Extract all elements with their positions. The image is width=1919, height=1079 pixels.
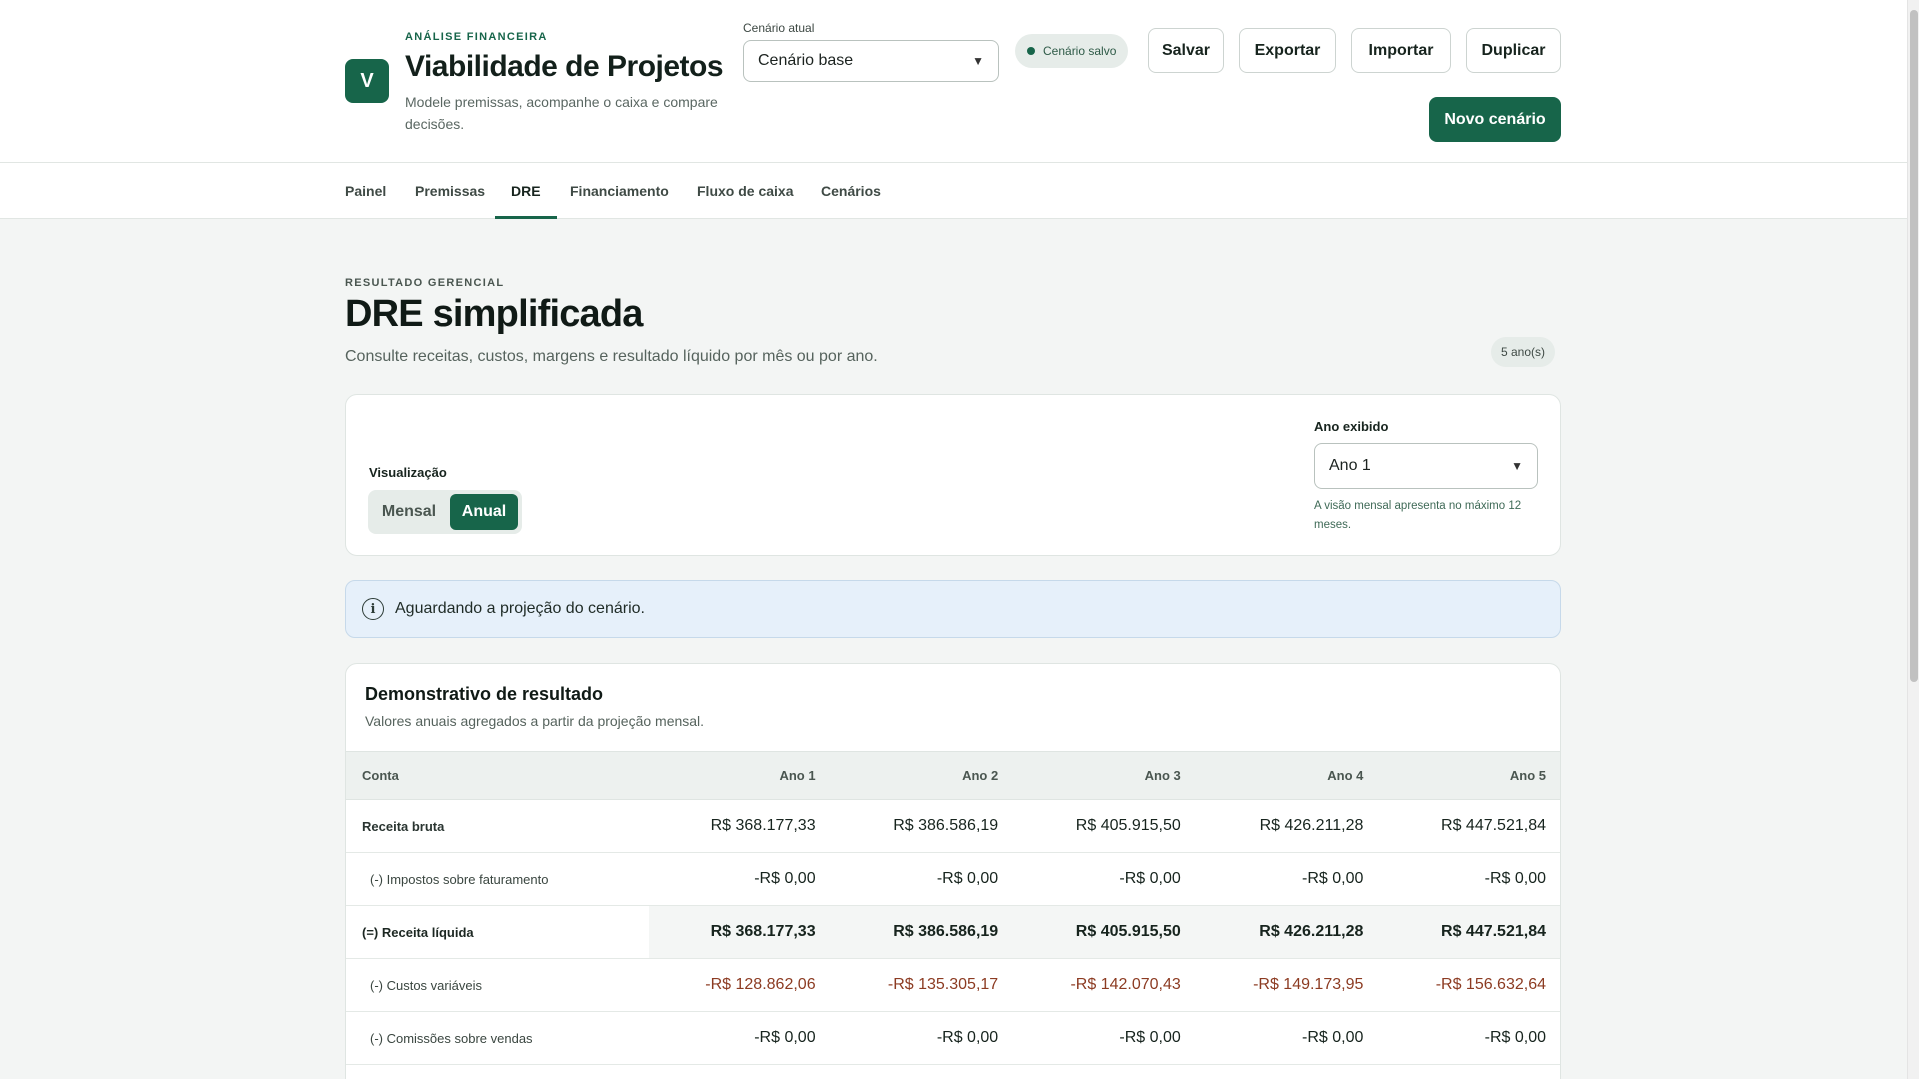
table-subtitle: Valores anuais agregados a partir da pro… (365, 713, 705, 729)
view-mode-mensal-button[interactable]: Mensal (374, 494, 444, 530)
row-label: (-) Custos variáveis (346, 958, 649, 1012)
tab-premissas[interactable]: Premissas (415, 163, 485, 219)
cell-value: R$ 405.915,50 (1014, 905, 1197, 959)
row-label: Receita bruta (346, 799, 649, 853)
year-select-help: A visão mensal apresenta no máximo 12 me… (1314, 500, 1522, 531)
scenario-select[interactable]: Cenário base ▼ (743, 40, 999, 82)
table-row-receita-bruta: Receita bruta R$ 368.177,33 R$ 386.586,1… (346, 799, 1560, 853)
saved-status-text: Cenário salvo (1043, 44, 1117, 58)
app-header: V ANÁLISE FINANCEIRA Viabilidade de Proj… (0, 0, 1907, 163)
header-eyebrow: ANÁLISE FINANCEIRA (405, 31, 548, 43)
cell-value: R$ 426.211,28 (1196, 905, 1380, 959)
cell-value: R$ 405.915,50 (1014, 799, 1197, 853)
year-select-label: Ano exibido (1314, 419, 1389, 434)
year-select-value: Ano 1 (1329, 457, 1371, 474)
cell-value: -R$ 0,00 (1014, 1011, 1197, 1065)
saved-status-badge: Cenário salvo (1015, 34, 1129, 68)
cell-value: -R$ 135.305,17 (831, 958, 1015, 1012)
save-button[interactable]: Salvar (1148, 28, 1224, 73)
new-scenario-button[interactable]: Novo cenário (1429, 97, 1561, 142)
cell-value: -R$ 0,00 (1379, 1011, 1560, 1065)
cell-value: R$ 386.586,19 (831, 799, 1015, 853)
projection-status-alert: i Aguardando a projeção do cenário. (345, 580, 1561, 638)
alert-text: Aguardando a projeção do cenário. (395, 600, 645, 617)
cell-value: R$ 447.521,84 (1379, 799, 1560, 853)
main-nav-tabs: Painel Premissas DRE Financiamento Fluxo… (0, 163, 1907, 219)
cell-value: -R$ 0,00 (1196, 1011, 1380, 1065)
cell-value: -R$ 0,00 (831, 1011, 1015, 1065)
export-button[interactable]: Exportar (1239, 28, 1336, 73)
chevron-down-icon: ▼ (1511, 459, 1523, 473)
column-header-ano-5: Ano 5 (1379, 751, 1560, 800)
cell-value: -R$ 0,00 (1196, 852, 1380, 906)
view-mode-label: Visualização (369, 465, 447, 480)
cell-value: -R$ 156.632,64 (1379, 958, 1560, 1012)
row-label: (=) Receita líquida (346, 905, 649, 959)
column-header-conta: Conta (346, 751, 649, 800)
page-scrollbar[interactable] (1907, 0, 1919, 1079)
column-header-ano-3: Ano 3 (1014, 751, 1197, 800)
cell-value: R$ 368.177,33 (649, 905, 832, 959)
tab-dre[interactable]: DRE (495, 163, 556, 219)
years-count-badge: 5 ano(s) (1491, 337, 1556, 367)
income-statement-card: Demonstrativo de resultado Valores anuai… (345, 663, 1561, 1079)
tab-painel[interactable]: Painel (345, 163, 386, 219)
income-statement-table: Conta Ano 1 Ano 2 Ano 3 Ano 4 Ano 5 Rece… (346, 751, 1560, 1065)
app-title: Viabilidade de Projetos (405, 50, 724, 83)
view-mode-anual-button[interactable]: Anual (450, 494, 518, 530)
cell-value: -R$ 0,00 (1014, 852, 1197, 906)
view-controls-card: Visualização Mensal Anual Ano exibido An… (345, 394, 1561, 556)
column-header-ano-2: Ano 2 (831, 751, 1015, 800)
table-row-receita-liquida: (=) Receita líquida R$ 368.177,33 R$ 386… (346, 905, 1560, 959)
cell-value: -R$ 149.173,95 (1196, 958, 1380, 1012)
table-header-row: Conta Ano 1 Ano 2 Ano 3 Ano 4 Ano 5 (346, 751, 1560, 800)
duplicate-button[interactable]: Duplicar (1466, 28, 1561, 73)
scrollbar-thumb[interactable] (1910, 10, 1918, 682)
cell-value: R$ 386.586,19 (831, 905, 1015, 959)
info-icon: i (362, 598, 384, 620)
tab-cenarios[interactable]: Cenários (821, 163, 881, 219)
table-title: Demonstrativo de resultado (365, 684, 604, 704)
app-logo: V (345, 59, 389, 103)
status-dot-icon (1027, 47, 1035, 55)
row-label: (-) Comissões sobre vendas (346, 1011, 649, 1065)
cell-value: -R$ 0,00 (649, 852, 832, 906)
table-row-comissoes: (-) Comissões sobre vendas -R$ 0,00 -R$ … (346, 1011, 1560, 1065)
cell-value: -R$ 128.862,06 (649, 958, 832, 1012)
cell-value: R$ 447.521,84 (1379, 905, 1560, 959)
cell-value: -R$ 0,00 (831, 852, 1015, 906)
view-mode-toggle: Mensal Anual (368, 490, 522, 534)
table-row-impostos: (-) Impostos sobre faturamento -R$ 0,00 … (346, 852, 1560, 906)
row-label: (-) Impostos sobre faturamento (346, 852, 649, 906)
page-title: DRE simplificada (345, 293, 643, 335)
scenario-select-label: Cenário atual (743, 21, 815, 35)
section-eyebrow: RESULTADO GERENCIAL (345, 277, 505, 289)
tab-fluxo-de-caixa[interactable]: Fluxo de caixa (697, 163, 793, 219)
year-select[interactable]: Ano 1 ▼ (1314, 443, 1538, 489)
app-subtitle: Modele premissas, acompanhe o caixa e co… (405, 94, 718, 132)
cell-value: R$ 426.211,28 (1196, 799, 1380, 853)
scenario-select-value: Cenário base (758, 52, 854, 69)
cell-value: -R$ 0,00 (1379, 852, 1560, 906)
import-button[interactable]: Importar (1351, 28, 1451, 73)
cell-value: -R$ 0,00 (649, 1011, 832, 1065)
column-header-ano-4: Ano 4 (1196, 751, 1380, 800)
table-row-custos-variaveis: (-) Custos variáveis -R$ 128.862,06 -R$ … (346, 958, 1560, 1012)
chevron-down-icon: ▼ (972, 54, 984, 68)
cell-value: R$ 368.177,33 (649, 799, 832, 853)
page-subtitle: Consulte receitas, custos, margens e res… (345, 348, 878, 365)
tab-financiamento[interactable]: Financiamento (570, 163, 669, 219)
cell-value: -R$ 142.070,43 (1014, 958, 1197, 1012)
column-header-ano-1: Ano 1 (649, 751, 832, 800)
